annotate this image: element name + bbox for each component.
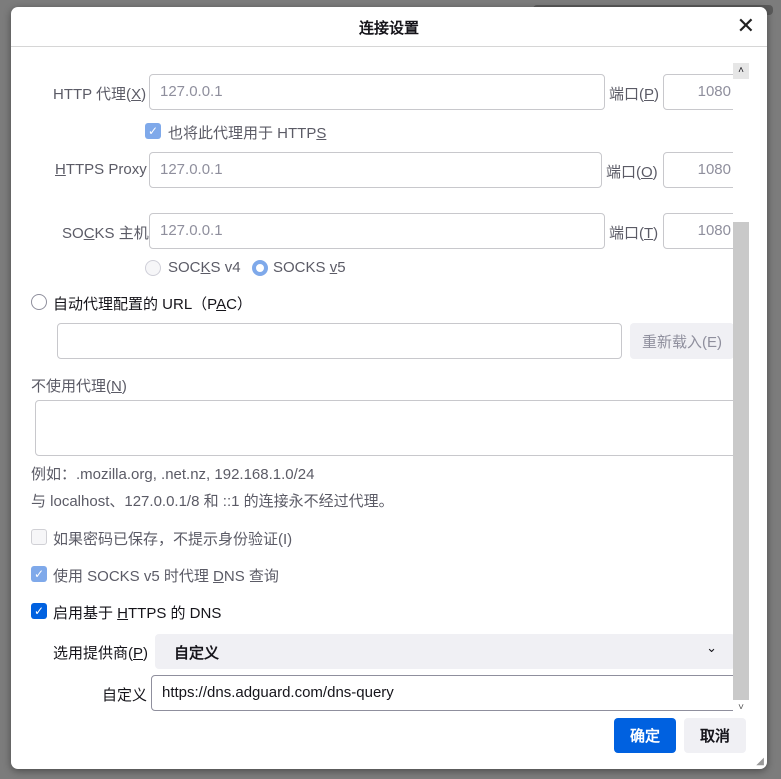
- socks-host-label: SOCKS 主机: [62, 225, 149, 242]
- custom-doh-url-input[interactable]: https://dns.adguard.com/dns-query: [151, 675, 741, 711]
- http-port-input[interactable]: 1080: [663, 74, 742, 110]
- cancel-button[interactable]: 取消: [684, 718, 746, 753]
- provider-select-value: 自定义: [174, 645, 220, 662]
- dialog-header: 连接设置 ✕: [11, 7, 767, 47]
- doh-checkbox[interactable]: ✓: [31, 603, 47, 619]
- chevron-down-icon: ⌄: [706, 640, 717, 655]
- connection-settings-dialog: 连接设置 ✕ HTTP 代理(X) 127.0.0.1 端口(P) 1080 ✓…: [11, 7, 767, 769]
- no-auth-label: 如果密码已保存，不提示身份验证(I): [53, 531, 293, 548]
- custom-label: 自定义: [102, 687, 148, 704]
- doh-label: 启用基于 HTTPS 的 DNS: [53, 605, 222, 622]
- resize-grip-icon[interactable]: ◢: [756, 756, 764, 767]
- also-https-label: 也将此代理用于 HTTPS: [168, 125, 327, 142]
- socks-host-input[interactable]: 127.0.0.1: [149, 213, 605, 249]
- http-port-label: 端口(P): [609, 86, 660, 103]
- socks-v5-label: SOCKS v5: [273, 259, 346, 276]
- scrollbar-thumb[interactable]: [733, 222, 749, 700]
- socks-port-label: 端口(T): [609, 225, 659, 242]
- provider-label: 选用提供商(P): [53, 645, 149, 662]
- no-proxy-note: 与 localhost、127.0.0.1/8 和 ::1 的连接永不经过代理。: [31, 493, 394, 510]
- no-proxy-textarea[interactable]: [35, 400, 745, 456]
- socks-dns-checkbox[interactable]: ✓: [31, 566, 47, 582]
- socks-dns-label: 使用 SOCKS v5 时代理 DNS 查询: [53, 568, 279, 585]
- no-proxy-label: 不使用代理(N): [31, 378, 127, 395]
- https-proxy-input[interactable]: 127.0.0.1: [149, 152, 602, 188]
- https-port-label: 端口(O): [606, 164, 658, 181]
- pac-label: 自动代理配置的 URL（PAC）: [53, 296, 252, 313]
- dialog-title: 连接设置: [358, 20, 419, 37]
- provider-select[interactable]: 自定义 ⌄: [155, 634, 735, 669]
- no-proxy-example: 例如：.mozilla.org, .net.nz, 192.168.1.0/24: [31, 466, 315, 483]
- scroll-down-icon[interactable]: ˅: [733, 700, 749, 716]
- socks-port-input[interactable]: 1080: [663, 213, 742, 249]
- scroll-up-icon[interactable]: ˄: [733, 63, 749, 79]
- pac-url-input[interactable]: [57, 323, 622, 359]
- https-proxy-label: HTTPS Proxy: [55, 161, 147, 178]
- no-auth-checkbox[interactable]: [31, 529, 47, 545]
- ok-button[interactable]: 确定: [614, 718, 676, 753]
- https-port-input[interactable]: 1080: [663, 152, 742, 188]
- socks-v5-radio[interactable]: [252, 260, 268, 276]
- http-proxy-input[interactable]: 127.0.0.1: [149, 74, 605, 110]
- close-icon[interactable]: ✕: [737, 13, 755, 39]
- http-proxy-label: HTTP 代理(X): [53, 86, 147, 103]
- socks-v4-label: SOCKS v4: [168, 259, 241, 276]
- reload-button[interactable]: 重新载入(E): [630, 323, 734, 359]
- also-https-checkbox[interactable]: ✓: [145, 123, 161, 139]
- pac-radio[interactable]: [31, 294, 47, 310]
- socks-v4-radio[interactable]: [145, 260, 161, 276]
